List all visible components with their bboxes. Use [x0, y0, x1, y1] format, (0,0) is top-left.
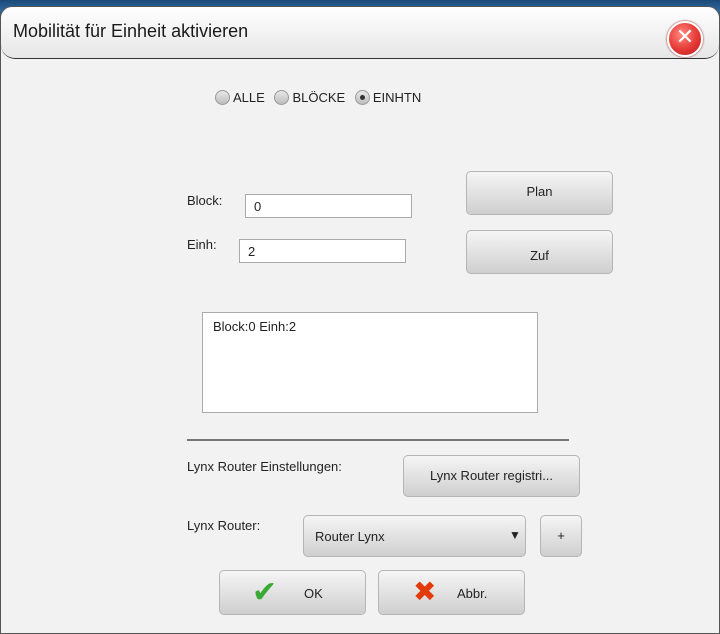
- radio-button-icon: [274, 90, 290, 106]
- section-divider: [187, 439, 569, 441]
- ok-label: OK: [304, 586, 323, 601]
- radio-alle[interactable]: ALLE: [215, 89, 265, 106]
- block-input[interactable]: 0: [245, 194, 412, 218]
- dialog-titlebar: Mobilität für Einheit aktivieren ✕: [1, 7, 719, 59]
- close-button[interactable]: ✕: [667, 21, 703, 57]
- cancel-label: Abbr.: [457, 586, 488, 601]
- checkmark-icon: ✔: [252, 575, 278, 610]
- radio-button-selected-icon: [354, 90, 370, 106]
- dialog-title: Mobilität für Einheit aktivieren: [13, 21, 249, 41]
- add-router-button[interactable]: +: [540, 515, 582, 557]
- triangle-down-icon: ▼: [509, 528, 521, 542]
- block-label: Block:: [187, 193, 223, 208]
- unit-label: Einh:: [187, 237, 217, 252]
- cancel-button[interactable]: ✖ Abbr.: [378, 570, 525, 615]
- lynx-register-button[interactable]: Lynx Router registri...: [403, 455, 580, 497]
- ok-button[interactable]: ✔ OK: [219, 570, 366, 615]
- unit-input[interactable]: 2: [239, 239, 406, 263]
- lynx-router-select[interactable]: Router Lynx ▼: [303, 515, 526, 557]
- lynx-router-label: Lynx Router:: [187, 518, 261, 533]
- mobility-dialog: Mobilität für Einheit aktivieren ✕ ALLE …: [0, 6, 720, 634]
- close-icon: ✕: [675, 25, 695, 50]
- red-x-icon: ✖: [413, 575, 437, 608]
- radio-einhtn[interactable]: EINHTN: [354, 89, 421, 106]
- filter-radio-group: ALLE BLÖCKE EINHTN: [215, 89, 427, 106]
- radio-bloecke[interactable]: BLÖCKE: [274, 89, 345, 106]
- radio-button-icon: [215, 90, 230, 106]
- plan-button[interactable]: Plan: [466, 171, 613, 215]
- add-button[interactable]: Zuf: [466, 230, 613, 274]
- selection-list[interactable]: Block:0 Einh:2: [202, 312, 538, 413]
- lynx-settings-label: Lynx Router Einstellungen:: [187, 459, 342, 474]
- lynx-router-selected-value: Router Lynx: [315, 529, 385, 544]
- list-item[interactable]: Block:0 Einh:2: [213, 319, 527, 334]
